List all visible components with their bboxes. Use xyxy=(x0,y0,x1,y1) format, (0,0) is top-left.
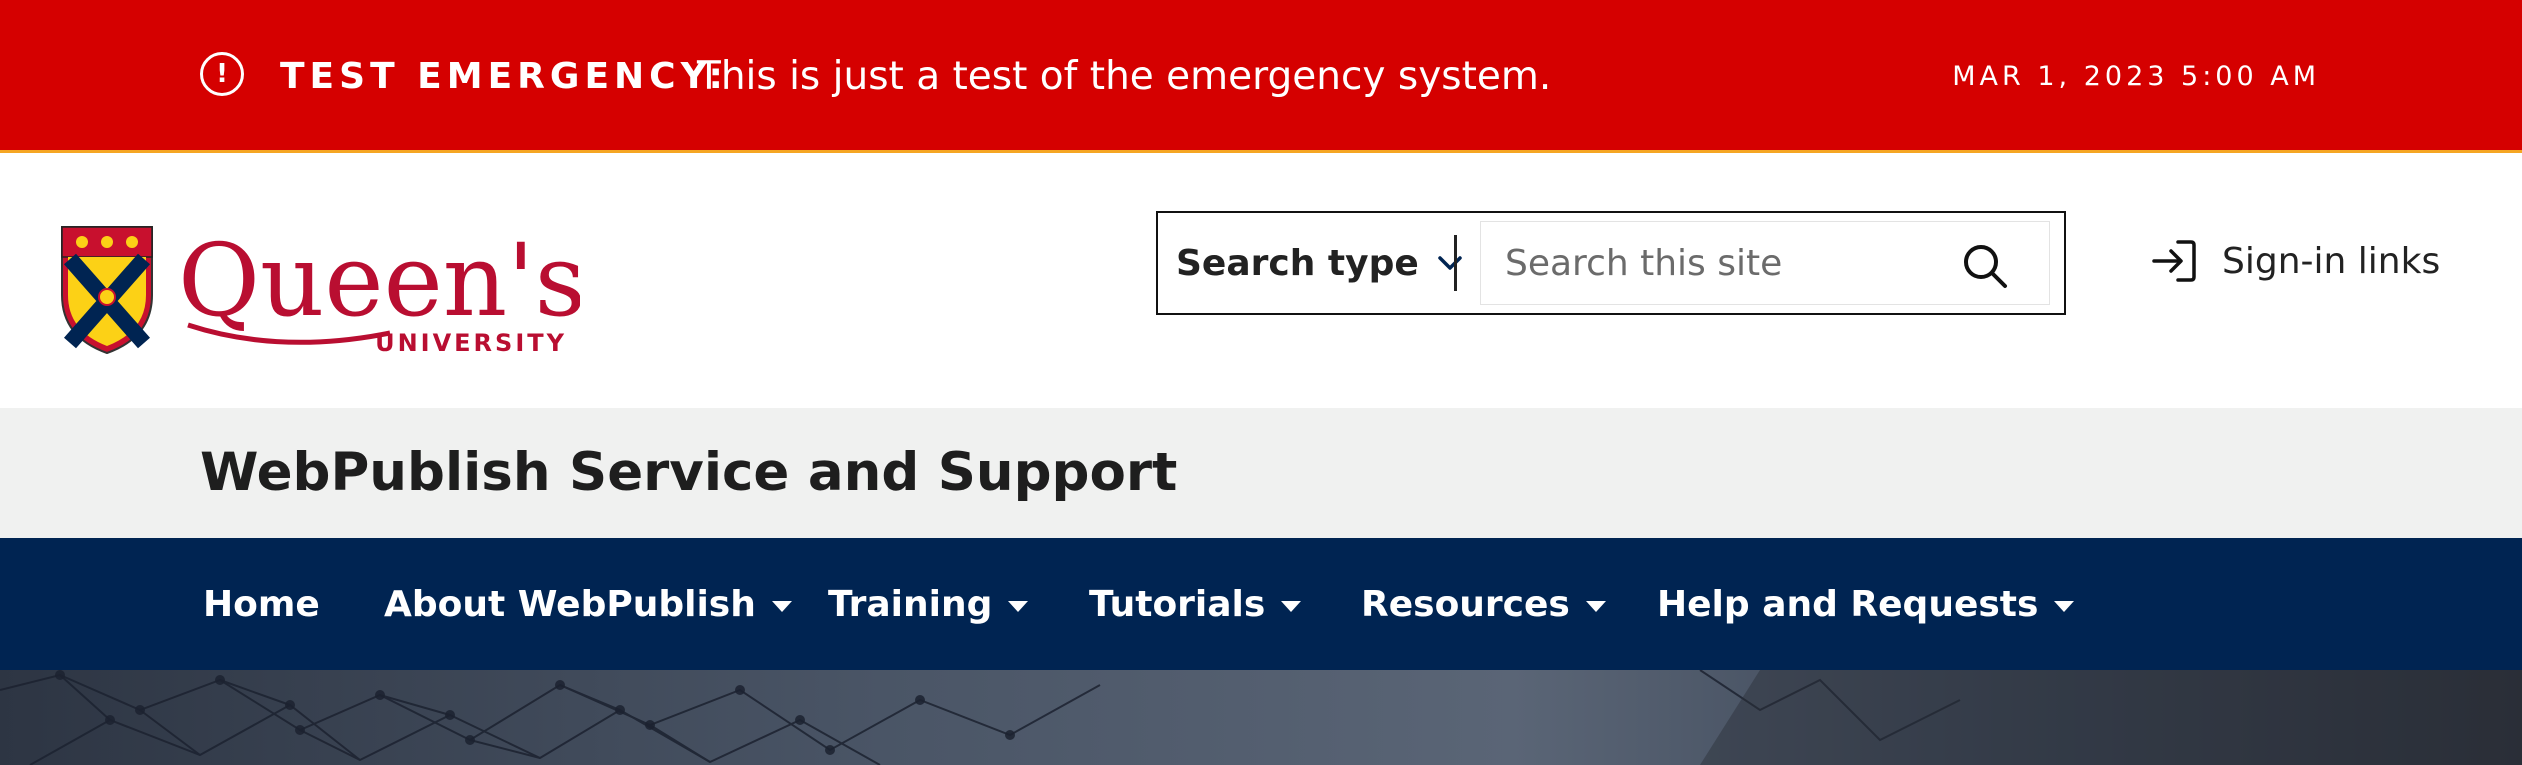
search-form: Search type xyxy=(1156,211,2066,315)
search-input[interactable] xyxy=(1505,222,1935,304)
search-divider xyxy=(1454,235,1457,291)
chevron-down-icon xyxy=(1438,256,1462,270)
nav-item-label: About WebPublish xyxy=(384,583,756,625)
exclamation-circle-icon: ! xyxy=(200,52,244,96)
sign-in-icon xyxy=(2152,240,2196,282)
sign-in-links-button[interactable]: Sign-in links xyxy=(2150,233,2440,289)
nav-item-label: Tutorials xyxy=(1089,583,1266,625)
nav-item-tutorials[interactable]: Tutorials xyxy=(1089,538,1302,670)
caret-down-icon xyxy=(1008,600,1029,612)
logo-subtitle: UNIVERSITY xyxy=(375,329,567,355)
logo-wordmark: Queen's xyxy=(178,225,580,339)
nav-item-label: Resources xyxy=(1361,583,1570,625)
queens-university-logo[interactable]: Queen's UNIVERSITY xyxy=(60,225,580,355)
alert-message: This is just a test of the emergency sys… xyxy=(697,54,1552,99)
site-title-band: WebPublish Service and Support xyxy=(0,408,2522,538)
nav-item-label: Home xyxy=(203,583,320,625)
caret-down-icon xyxy=(2054,600,2075,612)
alert-date: MAR 1, 2023 5:00 AM xyxy=(1952,61,2320,92)
caret-down-icon xyxy=(1281,600,1302,612)
nav-item-about-webpublish[interactable]: About WebPublish xyxy=(384,538,792,670)
nav-item-home[interactable]: Home xyxy=(203,538,320,670)
site-title[interactable]: WebPublish Service and Support xyxy=(200,442,1177,503)
nav-item-label: Training xyxy=(828,583,993,625)
network-graphic xyxy=(0,670,2522,765)
search-icon[interactable] xyxy=(1961,242,2009,290)
caret-down-icon xyxy=(771,600,792,612)
queens-crest-icon xyxy=(61,226,153,355)
hero-banner-image xyxy=(0,670,2522,765)
main-navigation: Home About WebPublish Training Tutorials… xyxy=(0,538,2522,670)
nav-item-label: Help and Requests xyxy=(1657,583,2039,625)
search-field xyxy=(1480,221,2050,305)
alert-label: TEST EMERGENCY: xyxy=(280,56,728,97)
nav-item-resources[interactable]: Resources xyxy=(1361,538,1606,670)
caret-down-icon xyxy=(1585,600,1606,612)
emergency-alert-bar: ! TEST EMERGENCY: This is just a test of… xyxy=(0,0,2522,153)
site-header: Queen's UNIVERSITY Search type Sign-in l… xyxy=(0,153,2522,408)
nav-item-help-and-requests[interactable]: Help and Requests xyxy=(1657,538,2075,670)
sign-in-label: Sign-in links xyxy=(2222,240,2441,282)
search-type-dropdown[interactable]: Search type xyxy=(1176,213,1463,313)
nav-item-training[interactable]: Training xyxy=(828,538,1029,670)
search-type-label: Search type xyxy=(1176,242,1419,284)
